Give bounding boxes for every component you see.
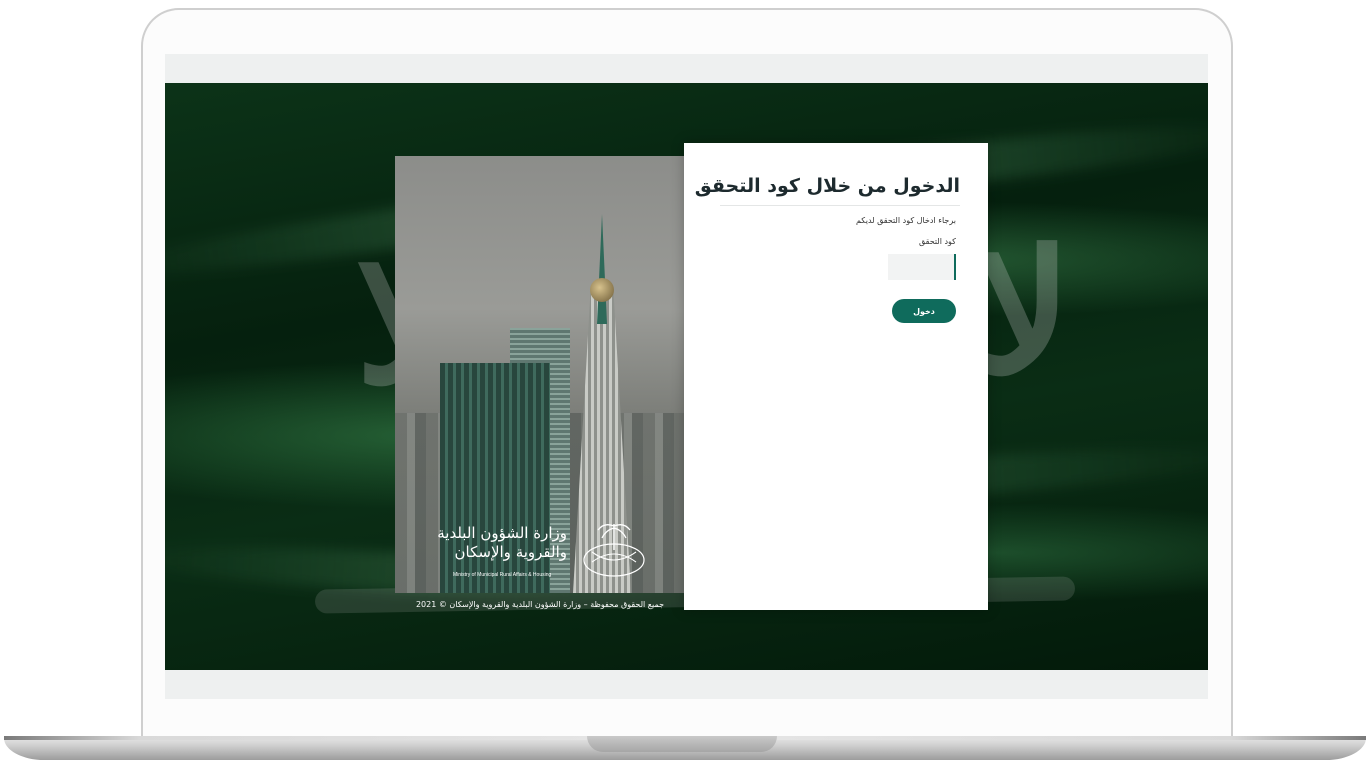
title-divider	[720, 205, 960, 206]
code-field-label: كود التحقق	[918, 237, 956, 246]
copyright-text: جميع الحقوق محفوظة – وزارة الشؤون البلدي…	[415, 600, 665, 609]
ministry-name-line1: وزارة الشؤون البلدية	[437, 524, 567, 542]
verification-code-input[interactable]	[888, 254, 956, 280]
login-card: الدخول من خلال كود التحقق برجاء ادخال كو…	[684, 143, 988, 610]
page-title: الدخول من خلال كود التحقق	[694, 175, 960, 197]
browser-screen: لا لا وزارة الشؤون البلدية والقروية والإ…	[165, 54, 1208, 699]
login-button[interactable]: دخول	[892, 299, 956, 323]
ministry-name-en: Ministry of Municipal Rural Affairs & Ho…	[453, 572, 552, 578]
laptop-notch	[587, 736, 777, 752]
ministry-logo-text: وزارة الشؤون البلدية والقروية والإسكان	[437, 524, 567, 562]
riyadh-city-photo: وزارة الشؤون البلدية والقروية والإسكان M…	[395, 156, 685, 593]
instruction-text: برجاء ادخال كود التحقق لديكم	[855, 216, 956, 225]
ministry-emblem-icon	[583, 524, 645, 577]
ministry-name-line2: والقروية والإسكان	[454, 543, 567, 561]
